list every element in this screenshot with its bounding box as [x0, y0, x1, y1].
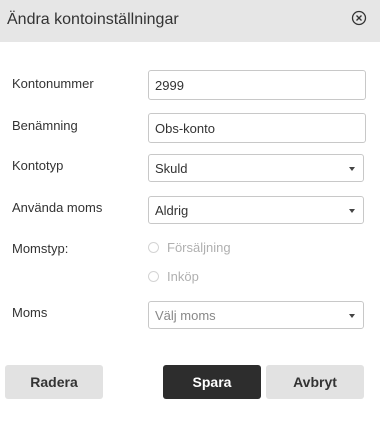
delete-button[interactable]: Radera [5, 365, 103, 399]
vat-type-label: Momstyp: [12, 241, 69, 256]
chevron-down-icon [349, 209, 355, 213]
vat-type-purchase-label: Inköp [167, 269, 199, 284]
close-icon[interactable] [350, 9, 368, 27]
name-input[interactable] [148, 113, 366, 143]
account-type-select[interactable]: Skuld [148, 154, 364, 182]
vat-placeholder: Välj moms [155, 308, 216, 323]
use-vat-select[interactable]: Aldrig [148, 196, 364, 224]
chevron-down-icon [349, 167, 355, 171]
dialog-title: Ändra kontoinställningar [7, 11, 179, 28]
dialog-header: Ändra kontoinställningar [0, 0, 380, 42]
vat-type-radio-sales[interactable]: Försäljning [148, 241, 268, 257]
account-number-label: Kontonummer [12, 76, 94, 91]
vat-type-sales-label: Försäljning [167, 240, 231, 255]
cancel-button[interactable]: Avbryt [266, 365, 364, 399]
use-vat-value: Aldrig [155, 203, 189, 218]
vat-select[interactable]: Välj moms [148, 301, 364, 329]
account-type-value: Skuld [155, 161, 188, 176]
radio-circle-icon [148, 271, 159, 282]
account-type-label: Kontotyp [12, 158, 64, 173]
account-number-input[interactable] [148, 70, 366, 100]
save-button[interactable]: Spara [163, 365, 261, 399]
name-label: Benämning [12, 118, 78, 133]
radio-circle-icon [148, 242, 159, 253]
vat-label: Moms [12, 305, 48, 320]
use-vat-label: Använda moms [12, 200, 103, 215]
chevron-down-icon [349, 314, 355, 318]
edit-account-dialog: Ändra kontoinställningar Kontonummer Ben… [0, 0, 380, 427]
vat-type-radio-purchase[interactable]: Inköp [148, 270, 228, 286]
